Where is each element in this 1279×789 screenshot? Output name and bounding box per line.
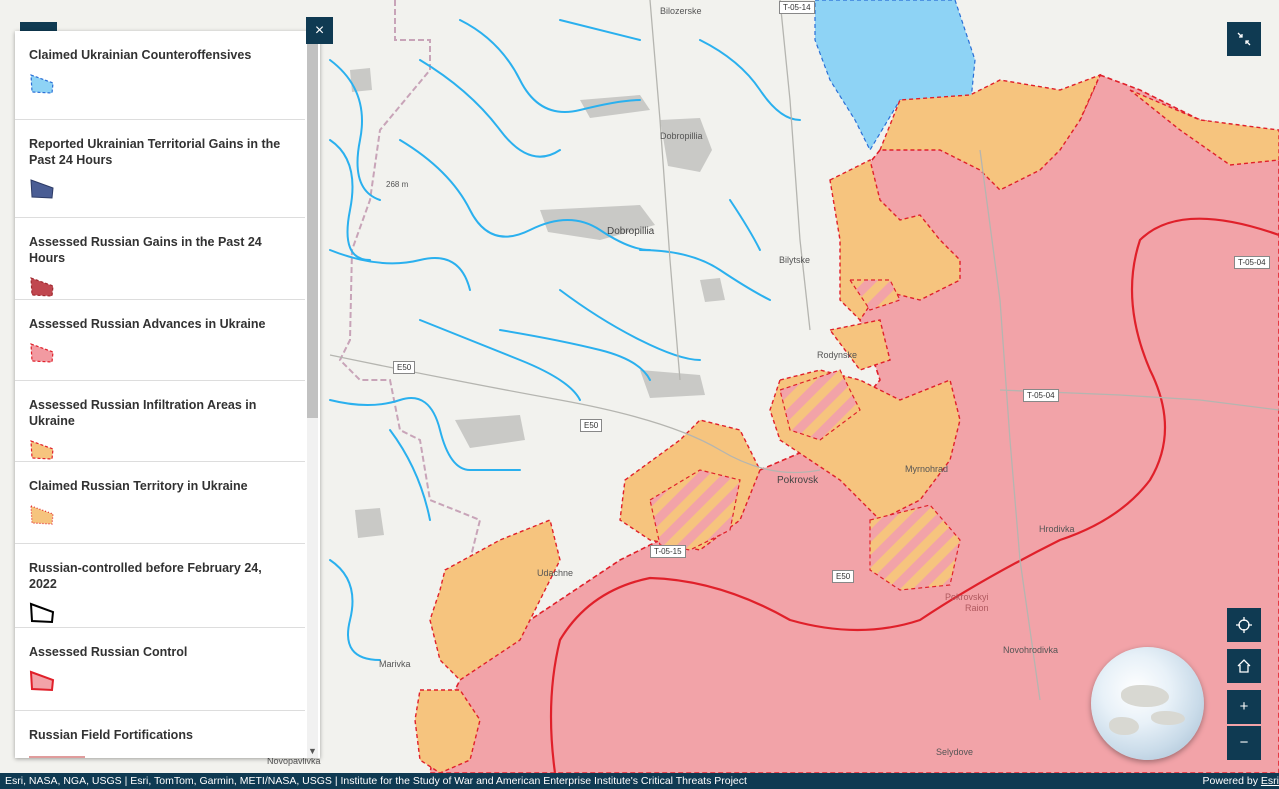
legend-item-infiltration-areas: Assessed Russian Infiltration Areas in U… (15, 381, 305, 462)
legend-swatch-russian-gains (30, 277, 54, 297)
legend-close-button[interactable]: × (306, 17, 333, 44)
road-shield-t0515: T-05-15 (650, 545, 686, 558)
place-label-pokrovsk: Pokrovsk (777, 475, 819, 486)
attribution-bar: Esri, NASA, NGA, USGS | Esri, TomTom, Ga… (0, 773, 1279, 789)
elevation-label: 268 m (386, 180, 409, 189)
place-label-dobropillia-upper: Dobropillia (660, 131, 703, 141)
globe-overview[interactable] (1091, 647, 1204, 760)
scroll-down-arrow-icon[interactable]: ▼ (307, 745, 318, 757)
attribution-text: Esri, NASA, NGA, USGS | Esri, TomTom, Ga… (5, 775, 747, 787)
legend-item-pre-2022: Russian-controlled before February 24, 2… (15, 544, 305, 628)
place-label-bilytske: Bilytske (779, 255, 811, 265)
place-label-hrodivka: Hrodivka (1039, 524, 1075, 534)
legend-item-russian-advances: Assessed Russian Advances in Ukraine (15, 300, 305, 381)
home-icon (1237, 659, 1251, 673)
legend-item-label: Claimed Russian Territory in Ukraine (29, 479, 248, 493)
road-shield-t0504-east: T-05-04 (1234, 256, 1270, 269)
place-label-pokrovskyi-raion-2: Raion (965, 603, 989, 613)
place-label-novohrodivka: Novohrodivka (1003, 645, 1059, 655)
legend-swatch-russian-control (29, 670, 55, 692)
locate-crosshair-icon (1236, 617, 1252, 633)
legend-swatch-ukrainian-gains (30, 179, 54, 199)
legend-panel: Claimed Ukrainian Counteroffensives Repo… (15, 31, 320, 758)
legend-scrollbar-thumb[interactable] (307, 43, 318, 418)
place-label-selydove: Selydove (936, 747, 974, 757)
globe-land (1121, 685, 1169, 707)
legend-item-label: Russian-controlled before February 24, 2… (29, 561, 262, 591)
zoom-out-button[interactable]: − (1227, 726, 1261, 760)
close-icon: × (314, 22, 325, 39)
legend-item-ukrainian-counteroffensives: Claimed Ukrainian Counteroffensives (15, 31, 305, 120)
legend-item-russian-gains: Assessed Russian Gains in the Past 24 Ho… (15, 218, 305, 300)
legend-item-label: Assessed Russian Control (29, 645, 188, 659)
collapse-arrows-icon (1237, 32, 1251, 46)
legend-tab[interactable] (20, 22, 57, 31)
road-shield-e50-south: E50 (832, 570, 855, 583)
home-button[interactable] (1227, 649, 1261, 683)
powered-by-label: Powered by (1202, 775, 1258, 787)
locate-button[interactable] (1227, 608, 1261, 642)
legend-item-label: Assessed Russian Gains in the Past 24 Ho… (29, 235, 262, 265)
legend-swatch-claimed-territory (30, 505, 54, 525)
road-shield-t0504-mid: T-05-04 (1023, 389, 1059, 402)
road-shield-e50-west: E50 (393, 361, 416, 374)
globe-land (1151, 711, 1185, 725)
legend-item-claimed-russian-territory: Claimed Russian Territory in Ukraine (15, 462, 305, 544)
esri-link[interactable]: Esri (1261, 775, 1279, 787)
legend-swatch-pre-2022 (29, 602, 55, 624)
place-label-udachne: Udachne (537, 568, 574, 578)
legend-swatch-fortifications (29, 756, 85, 758)
place-label-dobropillia: Dobropillia (607, 226, 655, 237)
legend-item-field-fortifications: Russian Field Fortifications (15, 711, 305, 758)
legend-item-label: Assessed Russian Infiltration Areas in U… (29, 398, 257, 428)
globe-land (1109, 717, 1139, 735)
collapse-map-button[interactable] (1227, 22, 1261, 56)
powered-by[interactable]: Powered by Esri (1203, 773, 1279, 789)
legend-item-label: Russian Field Fortifications (29, 728, 193, 742)
zoom-in-button[interactable]: + (1227, 690, 1261, 724)
road-shield-e50-center: E50 (580, 419, 603, 432)
legend-swatch-russian-advances (30, 343, 54, 363)
legend-item-label: Claimed Ukrainian Counteroffensives (29, 48, 252, 62)
place-label-pokrovskyi-raion: Pokrovskyi (945, 592, 989, 602)
legend-swatch-counteroffensive (30, 74, 54, 94)
place-label-rodynske: Rodynske (817, 350, 858, 360)
place-label-bilozerske: Bilozerske (660, 6, 702, 16)
place-label-myrnohrad: Myrnohrad (905, 464, 949, 474)
legend-item-label: Assessed Russian Advances in Ukraine (29, 317, 266, 331)
road-shield-t0514: T-05-14 (779, 1, 815, 14)
legend-item-russian-control: Assessed Russian Control (15, 628, 305, 711)
legend-scrollbar[interactable] (307, 43, 318, 758)
legend-list[interactable]: Claimed Ukrainian Counteroffensives Repo… (15, 31, 305, 758)
place-label-marivka: Marivka (379, 659, 411, 669)
legend-swatch-infiltration (30, 440, 54, 460)
legend-item-ukrainian-gains: Reported Ukrainian Territorial Gains in … (15, 120, 305, 218)
legend-item-label: Reported Ukrainian Territorial Gains in … (29, 137, 281, 167)
